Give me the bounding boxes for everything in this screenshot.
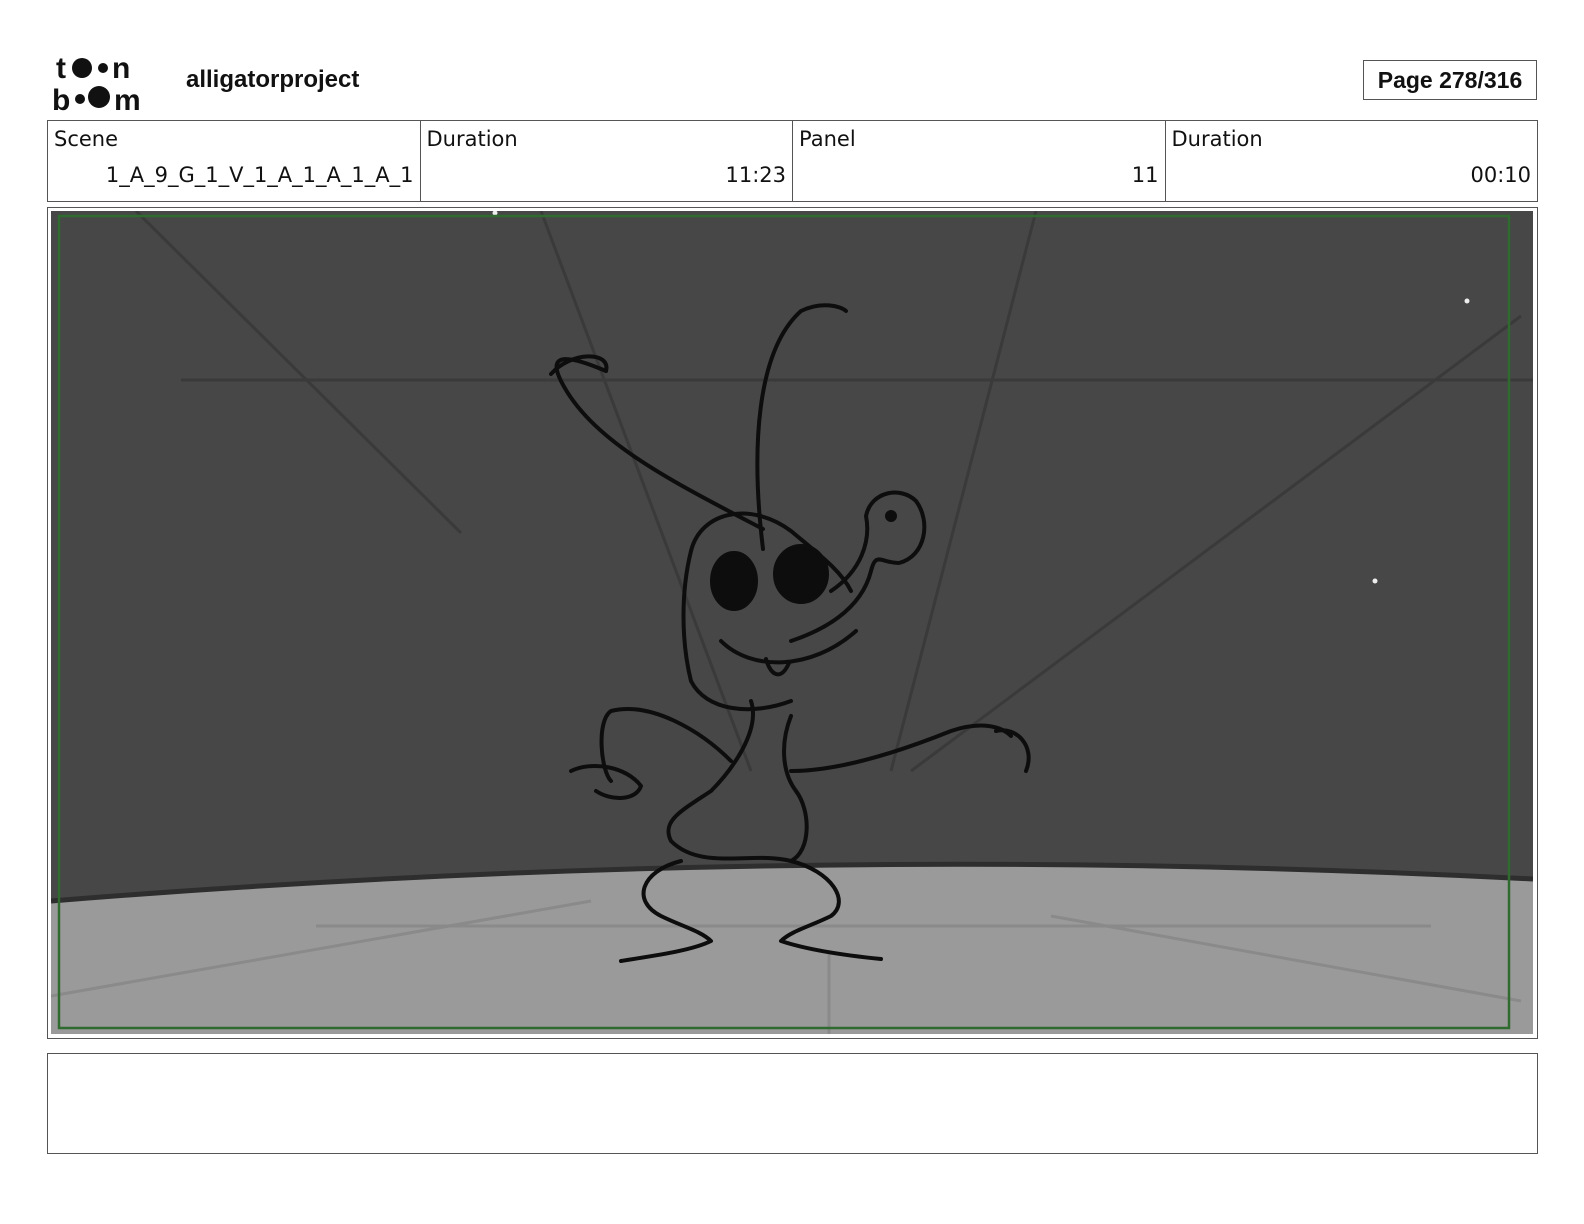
storyboard-panel	[47, 207, 1538, 1039]
svg-text:b: b	[52, 84, 70, 112]
panel-duration-label: Duration	[1171, 127, 1263, 151]
scene-cell: Scene 1_A_9_G_1_V_1_A_1_A_1_A_1	[48, 121, 421, 201]
floor	[51, 864, 1533, 1034]
scene-duration-value: 11:23	[725, 163, 786, 187]
project-name: alligatorproject	[186, 66, 360, 93]
toon-boom-logo: t n b m	[52, 52, 141, 112]
scene-value: 1_A_9_G_1_V_1_A_1_A_1_A_1	[105, 163, 414, 187]
svg-text:n: n	[112, 52, 130, 85]
panel-value: 11	[1131, 163, 1159, 187]
panel-drawing	[51, 211, 1533, 1034]
panel-cell: Panel 11	[793, 121, 1166, 201]
page-number: Page 278/316	[1363, 60, 1537, 100]
scene-label: Scene	[54, 127, 119, 151]
panel-label: Panel	[799, 127, 856, 151]
panel-notes	[47, 1053, 1538, 1154]
scene-duration-label: Duration	[426, 127, 518, 151]
scene-info-table: Scene 1_A_9_G_1_V_1_A_1_A_1_A_1 Duration…	[47, 120, 1538, 202]
panel-duration-value: 00:10	[1470, 163, 1531, 187]
panel-duration-cell: Duration 00:10	[1166, 121, 1538, 201]
scene-duration-cell: Duration 11:23	[421, 121, 793, 201]
svg-text:t: t	[56, 52, 66, 85]
svg-text:m: m	[114, 84, 141, 112]
